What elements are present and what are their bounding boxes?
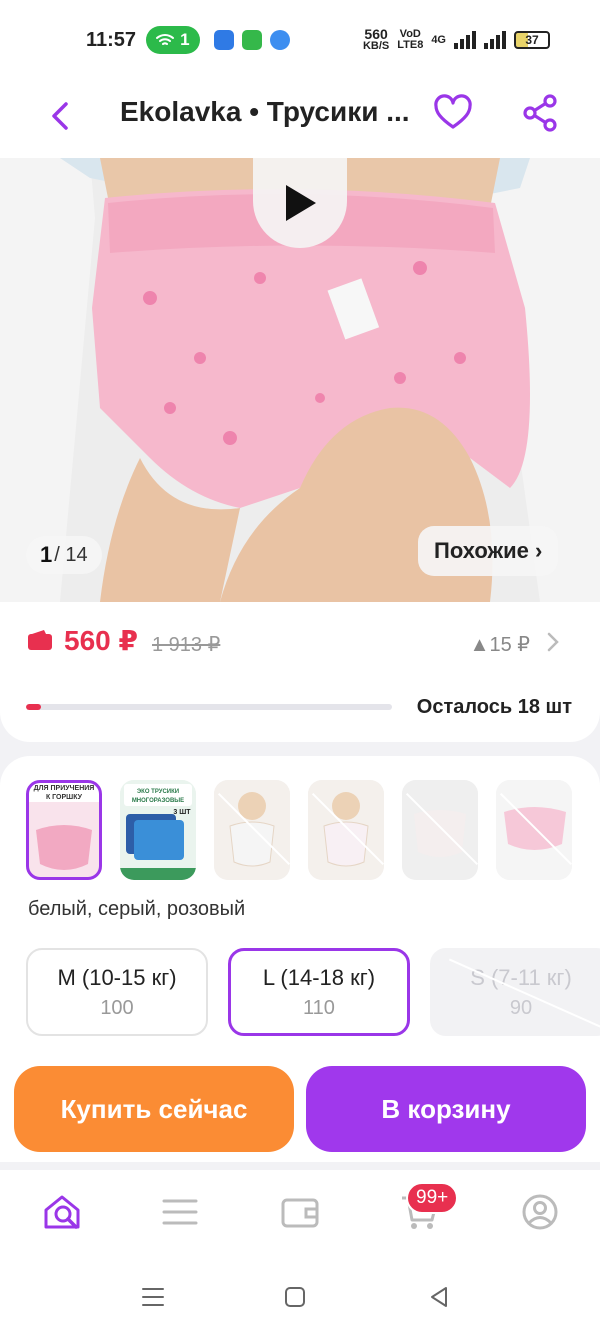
add-to-cart-button[interactable]: В корзину — [306, 1066, 586, 1152]
status-bar: 11:57 1 560 KB/S VoD LTE8 4G 37 — [0, 0, 600, 80]
app-notification-icon — [269, 30, 290, 50]
home-icon[interactable] — [280, 1282, 310, 1312]
status-time: 11:57 — [86, 28, 137, 51]
chevron-left-icon[interactable] — [44, 96, 78, 136]
variant-thumb[interactable]: ЭКО ТРУСИКИ МНОГОРАЗОВЫЕ 3 ШТ — [120, 780, 196, 880]
bottom-navigation: 99+ — [0, 1170, 600, 1262]
similar-button[interactable]: Похожие › — [418, 526, 559, 576]
battery-icon: 37 — [514, 31, 550, 49]
price-change[interactable]: ▲15 ₽ — [470, 632, 530, 657]
old-price: 1 913 ₽ — [152, 634, 221, 656]
svg-text:3 ШТ: 3 ШТ — [173, 809, 191, 816]
variant-thumb-unavailable[interactable] — [496, 780, 572, 880]
share-icon[interactable] — [520, 92, 560, 134]
wallet-icon — [28, 630, 52, 650]
size-name: M (10-15 кг) — [57, 964, 177, 990]
stock-remaining: Осталось 18 шт — [416, 696, 572, 718]
profile-icon[interactable] — [520, 1192, 560, 1232]
size-option-m[interactable]: M (10-15 кг) 100 — [26, 948, 208, 1036]
network-speed: 560 KB/S — [362, 26, 390, 52]
gallery-counter: 1/ 14 — [26, 536, 102, 574]
size-name: S (7-11 кг) — [470, 964, 572, 990]
svg-text:ДЛЯ ПРИУЧЕНИЯ: ДЛЯ ПРИУЧЕНИЯ — [34, 785, 95, 792]
variant-thumb[interactable]: ДЛЯ ПРИУЧЕНИЯ К ГОРШКУ — [26, 780, 102, 880]
svg-text:ЭКО ТРУСИКИ: ЭКО ТРУСИКИ — [137, 789, 179, 795]
svg-text:МНОГОРАЗОВЫЕ: МНОГОРАЗОВЫЕ — [132, 798, 184, 804]
size-stock: 110 — [303, 996, 335, 1019]
size-options: M (10-15 кг) 100 L (14-18 кг) 110 S (7-1… — [26, 948, 600, 1036]
product-image-gallery[interactable]: 1/ 14 Похожие › — [0, 158, 600, 602]
volte-indicator: VoD LTE8 — [397, 28, 424, 51]
signal-icon — [484, 31, 506, 49]
system-navigation — [0, 1262, 600, 1332]
wallet-icon[interactable] — [280, 1192, 320, 1232]
product-header: Ekolavka • Трусики ... — [0, 80, 600, 158]
page-title: Ekolavka • Трусики ... — [120, 96, 410, 127]
buy-now-button[interactable]: Купить сейчас — [14, 1066, 294, 1152]
size-name: L (14-18 кг) — [262, 964, 376, 990]
variants-card: ДЛЯ ПРИУЧЕНИЯ К ГОРШКУ ЭКО ТРУСИКИ МНОГОРА… — [0, 756, 600, 1056]
play-video-button[interactable] — [253, 158, 347, 248]
catalog-menu-icon[interactable] — [160, 1192, 200, 1232]
color-thumbnails: ДЛЯ ПРИУЧЕНИЯ К ГОРШКУ ЭКО ТРУСИКИ МНОГОРА… — [26, 780, 572, 880]
svg-text:К ГОРШКУ: К ГОРШКУ — [46, 794, 83, 801]
home-search-icon[interactable] — [42, 1192, 82, 1232]
size-stock: 90 — [509, 996, 533, 1019]
signal-icon — [454, 31, 476, 49]
app-notification-icon — [241, 30, 262, 50]
variant-thumb-unavailable[interactable] — [402, 780, 478, 880]
size-option-s[interactable]: S (7-11 кг) 90 — [430, 948, 600, 1036]
heart-icon[interactable] — [432, 92, 474, 134]
wifi-icon — [156, 34, 175, 45]
recent-apps-icon[interactable] — [138, 1282, 168, 1312]
network-type: 4G — [431, 34, 446, 46]
app-notification-icon — [213, 30, 234, 50]
size-option-l[interactable]: L (14-18 кг) 110 — [228, 948, 410, 1036]
price-card: 560 ₽ 1 913 ₽ ▲15 ₽ Осталось 18 шт — [0, 602, 600, 742]
selected-color-label: белый, серый, розовый — [28, 898, 246, 920]
play-icon — [286, 185, 316, 221]
wifi-count: 1 — [180, 30, 190, 49]
variant-thumb-unavailable[interactable] — [214, 780, 290, 880]
chevron-right-icon[interactable] — [546, 630, 560, 654]
current-price: 560 ₽ — [64, 625, 138, 656]
variant-thumb-unavailable[interactable] — [308, 780, 384, 880]
wifi-indicator: 1 — [146, 26, 200, 54]
back-icon[interactable] — [424, 1282, 454, 1312]
stock-progress-fill — [26, 704, 41, 710]
purchase-bar: Купить сейчас В корзину — [0, 1056, 600, 1162]
size-stock: 100 — [100, 996, 134, 1019]
cart-badge: 99+ — [406, 1182, 459, 1214]
stock-progress-bar — [26, 704, 392, 710]
